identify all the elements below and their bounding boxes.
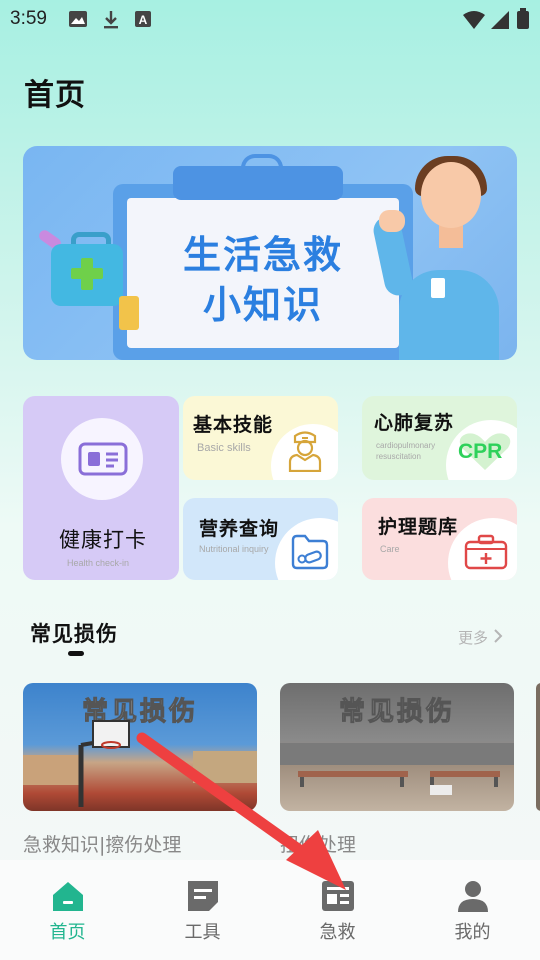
- card-nutrition[interactable]: 营养查询 Nutritional inquiry: [183, 498, 338, 580]
- id-card-icon: [78, 442, 128, 476]
- status-bar: 3:59 A: [0, 0, 540, 36]
- article-card-peek[interactable]: [536, 683, 540, 811]
- card-subtitle: cardiopulmonary resuscitation: [376, 441, 436, 461]
- bottle-illustration: [119, 296, 139, 330]
- a-box-icon: A: [135, 11, 151, 27]
- nav-label: 首页: [49, 922, 86, 943]
- banner[interactable]: 生活急救 小知识: [23, 146, 517, 360]
- article-card[interactable]: 常见损伤: [23, 683, 257, 811]
- image-notification-icon: [69, 11, 87, 27]
- section-title: 常见损伤: [30, 622, 118, 646]
- card-title: 基本技能: [193, 414, 274, 436]
- battery-icon: [517, 8, 529, 29]
- nav-tools[interactable]: 工具: [135, 860, 270, 960]
- nav-label: 我的: [454, 922, 491, 943]
- nav-label: 急救: [319, 922, 356, 943]
- nav-label: 工具: [184, 922, 221, 943]
- home-icon: [53, 882, 83, 911]
- page-title: 首页: [24, 78, 86, 113]
- cell-signal-icon: [491, 11, 509, 29]
- article-card[interactable]: 常见损伤: [280, 683, 514, 811]
- nav-first-aid[interactable]: 急救: [270, 860, 405, 960]
- article-caption[interactable]: 急救知识|擦伤处理: [23, 830, 181, 857]
- cpr-badge: CPR: [458, 440, 503, 463]
- pill-folder-icon: [291, 534, 329, 570]
- gym-interior-illustration: [280, 743, 514, 795]
- banner-title-line2: 小知识: [202, 283, 323, 327]
- basketball-court-illustration: [23, 720, 257, 807]
- first-aid-card-icon: [322, 881, 354, 911]
- card-title: 心肺复苏: [374, 412, 455, 434]
- section-indicator: [68, 651, 84, 656]
- card-subtitle: Basic skills: [197, 442, 251, 454]
- tools-document-icon: [188, 881, 218, 911]
- download-icon: [104, 11, 118, 29]
- first-aid-kit-icon: [464, 534, 508, 570]
- article-caption[interactable]: 扭伤处理: [280, 830, 356, 857]
- bottom-nav: 首页 工具 急救 我的: [0, 860, 540, 960]
- user-icon: [458, 881, 488, 912]
- chevron-right-icon: [494, 629, 503, 643]
- card-title: 护理题库: [378, 516, 459, 538]
- card-nursing-questions[interactable]: 护理题库 Care: [362, 498, 517, 580]
- card-subtitle: Nutritional inquiry: [199, 544, 269, 554]
- card-subtitle: Care: [380, 544, 400, 554]
- card-health-checkin[interactable]: 健康打卡 Health check-in: [23, 396, 179, 580]
- nav-home[interactable]: 首页: [0, 860, 135, 960]
- card-title: 健康打卡: [59, 528, 147, 552]
- more-label: 更多: [458, 629, 493, 647]
- card-title: 营养查询: [199, 518, 280, 540]
- banner-title-line1: 生活急救: [182, 233, 343, 277]
- card-cpr[interactable]: CPR 心肺复苏 cardiopulmonary resuscitation: [362, 396, 517, 480]
- wifi-icon: [463, 11, 485, 29]
- card-basic-skills[interactable]: 基本技能 Basic skills: [183, 396, 338, 480]
- status-time: 3:59: [10, 8, 47, 29]
- doctor-icon: [288, 431, 322, 472]
- svg-text:A: A: [139, 13, 148, 27]
- more-link[interactable]: 更多: [458, 627, 503, 648]
- card-subtitle: Health check-in: [67, 558, 130, 568]
- nav-profile[interactable]: 我的: [405, 860, 540, 960]
